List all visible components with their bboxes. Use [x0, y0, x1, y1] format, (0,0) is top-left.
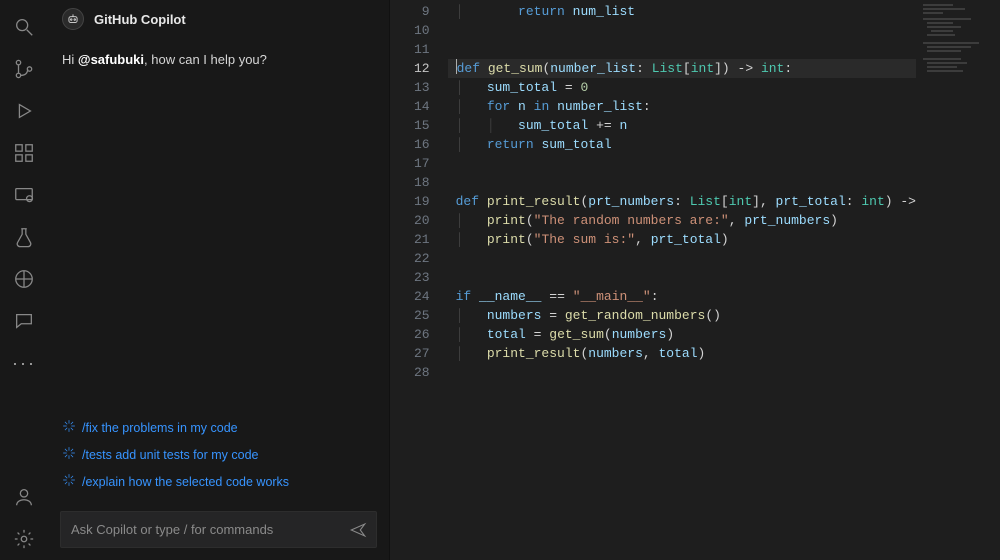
send-icon[interactable]	[340, 521, 376, 539]
minimap-mark	[923, 58, 961, 60]
chat-icon[interactable]	[0, 300, 48, 342]
code-line[interactable]	[448, 154, 916, 173]
line-number: 24	[390, 287, 448, 306]
minimap-mark	[931, 30, 953, 32]
greeting-post: , how can I help you?	[144, 52, 267, 67]
testing-icon[interactable]	[0, 216, 48, 258]
line-number: 22	[390, 249, 448, 268]
code-line[interactable]	[448, 173, 916, 192]
code-line[interactable]	[448, 363, 916, 382]
accounts-icon[interactable]	[0, 476, 48, 518]
line-number: 25	[390, 306, 448, 325]
greeting-pre: Hi	[62, 52, 78, 67]
copilot-input-row	[60, 511, 377, 548]
minimap-mark	[923, 12, 943, 14]
editor[interactable]: 910111213141516171819202122232425262728 …	[390, 0, 1000, 560]
copilot-greeting: Hi @safubuki, how can I help you?	[48, 36, 389, 83]
extensions-icon[interactable]	[0, 132, 48, 174]
github-icon[interactable]	[0, 258, 48, 300]
copilot-suggestion[interactable]: /explain how the selected code works	[62, 468, 375, 495]
settings-gear-icon[interactable]	[0, 518, 48, 560]
suggestion-text: /explain how the selected code works	[82, 475, 289, 489]
line-number: 26	[390, 325, 448, 344]
code-line[interactable]	[448, 249, 916, 268]
line-number: 12	[390, 59, 448, 78]
minimap-mark	[923, 4, 953, 6]
line-number: 14	[390, 97, 448, 116]
minimap-mark	[927, 62, 967, 64]
sparkle-icon	[62, 419, 76, 436]
line-number: 16	[390, 135, 448, 154]
minimap-mark	[923, 18, 971, 20]
code-line[interactable]	[448, 21, 916, 40]
copilot-robot-icon	[62, 8, 84, 30]
line-number: 28	[390, 363, 448, 382]
activity-bar: ···	[0, 0, 48, 560]
minimap-mark	[927, 46, 971, 48]
minimap-mark	[927, 26, 961, 28]
code-line[interactable]	[448, 40, 916, 59]
minimap-mark	[927, 70, 963, 72]
suggestion-text: /tests add unit tests for my code	[82, 448, 258, 462]
code-area[interactable]: │ return num_list def get_sum(number_lis…	[448, 0, 916, 560]
greeting-mention: @safubuki	[78, 52, 144, 67]
minimap-mark	[923, 42, 979, 44]
code-line[interactable]: │ total = get_sum(numbers)	[448, 325, 916, 344]
line-number: 15	[390, 116, 448, 135]
copilot-suggestion[interactable]: /fix the problems in my code	[62, 414, 375, 441]
line-number: 10	[390, 21, 448, 40]
minimap-mark	[923, 8, 965, 10]
copilot-panel: GitHub Copilot Hi @safubuki, how can I h…	[48, 0, 390, 560]
copilot-header: GitHub Copilot	[48, 0, 389, 36]
minimap[interactable]	[916, 0, 1000, 560]
more-icon[interactable]: ···	[0, 342, 48, 384]
code-line[interactable]: def get_sum(number_list: List[int]) -> i…	[448, 59, 916, 78]
remote-explorer-icon[interactable]	[0, 174, 48, 216]
copilot-input[interactable]	[61, 512, 340, 547]
copilot-title: GitHub Copilot	[94, 12, 186, 27]
line-number: 9	[390, 2, 448, 21]
copilot-suggestions: /fix the problems in my code/tests add u…	[48, 414, 389, 505]
suggestion-text: /fix the problems in my code	[82, 421, 238, 435]
minimap-mark	[927, 22, 953, 24]
code-line[interactable]: │ return sum_total	[448, 135, 916, 154]
line-number: 20	[390, 211, 448, 230]
line-number: 18	[390, 173, 448, 192]
line-number: 17	[390, 154, 448, 173]
code-line[interactable]: │ print_result(numbers, total)	[448, 344, 916, 363]
sparkle-icon	[62, 446, 76, 463]
code-line[interactable]: │ print("The random numbers are:", prt_n…	[448, 211, 916, 230]
code-line[interactable]: │ print("The sum is:", prt_total)	[448, 230, 916, 249]
code-line[interactable]: │ │ sum_total += n	[448, 116, 916, 135]
code-line[interactable]: def print_result(prt_numbers: List[int],…	[448, 192, 916, 211]
code-line[interactable]: │ for n in number_list:	[448, 97, 916, 116]
search-icon[interactable]	[0, 6, 48, 48]
minimap-mark	[927, 50, 961, 52]
minimap-mark	[927, 34, 955, 36]
line-number: 27	[390, 344, 448, 363]
line-number: 19	[390, 192, 448, 211]
code-line[interactable]: │ sum_total = 0	[448, 78, 916, 97]
line-number: 13	[390, 78, 448, 97]
run-debug-icon[interactable]	[0, 90, 48, 132]
code-line[interactable]	[448, 268, 916, 287]
line-number: 11	[390, 40, 448, 59]
line-number: 23	[390, 268, 448, 287]
code-line[interactable]: if __name__ == "__main__":	[448, 287, 916, 306]
line-number: 21	[390, 230, 448, 249]
sparkle-icon	[62, 473, 76, 490]
copilot-suggestion[interactable]: /tests add unit tests for my code	[62, 441, 375, 468]
code-line[interactable]: │ numbers = get_random_numbers()	[448, 306, 916, 325]
source-control-icon[interactable]	[0, 48, 48, 90]
minimap-mark	[927, 66, 957, 68]
line-number-gutter: 910111213141516171819202122232425262728	[390, 0, 448, 560]
code-line[interactable]: │ return num_list	[448, 2, 916, 21]
